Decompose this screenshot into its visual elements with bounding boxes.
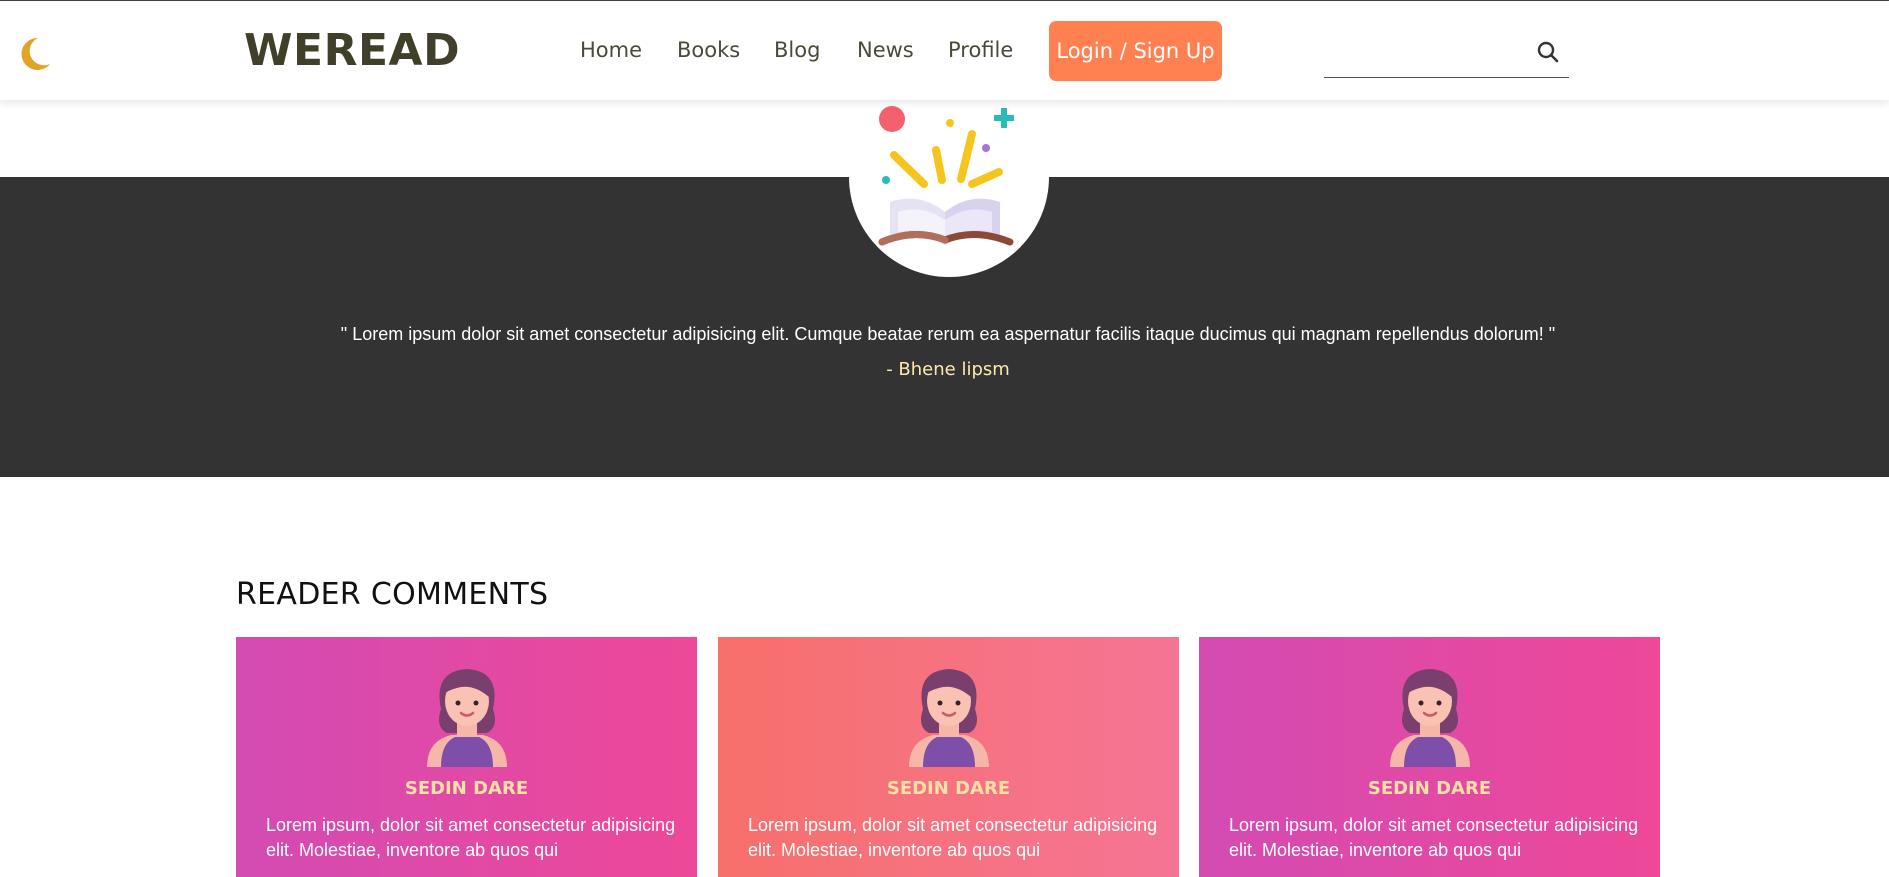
commenter-name: SEDIN DARE: [1367, 778, 1492, 799]
search-input[interactable]: [1324, 37, 1528, 69]
testimonial-quote: " Lorem ipsum dolor sit amet consectetur…: [340, 324, 1556, 344]
moon-icon[interactable]: [14, 34, 54, 74]
avatar-icon: [427, 669, 507, 767]
section-title: READER COMMENTS: [236, 577, 549, 612]
comment-text: Lorem ipsum, dolor sit amet consectetur …: [1229, 815, 1639, 860]
nav-blog[interactable]: Blog: [774, 38, 820, 62]
commenter-name: SEDIN DARE: [886, 778, 1011, 799]
comment-text: Lorem ipsum, dolor sit amet consectetur …: [748, 815, 1158, 860]
search-icon[interactable]: [1535, 39, 1561, 65]
search-box: [1324, 29, 1569, 78]
avatar-icon: [1390, 669, 1470, 767]
avatar-icon: [909, 669, 989, 767]
nav-books[interactable]: Books: [677, 38, 740, 62]
open-book-icon: [878, 106, 1014, 246]
login-signup-button[interactable]: Login / Sign Up: [1049, 21, 1222, 81]
comment-card: SEDIN DARE Lorem ipsum, dolor sit amet c…: [236, 637, 697, 877]
nav-news[interactable]: News: [857, 38, 914, 62]
comment-card: SEDIN DARE Lorem ipsum, dolor sit amet c…: [1199, 637, 1660, 877]
commenter-name: SEDIN DARE: [404, 778, 529, 799]
comment-text: Lorem ipsum, dolor sit amet consectetur …: [266, 815, 676, 860]
testimonial-author: - Bhene lipsm: [886, 359, 1010, 380]
comment-card: SEDIN DARE Lorem ipsum, dolor sit amet c…: [718, 637, 1179, 877]
nav-home[interactable]: Home: [580, 38, 642, 62]
site-logo[interactable]: WEREAD: [244, 25, 460, 76]
site-header: WEREAD Home Books Blog News Profile Logi…: [0, 1, 1889, 100]
nav-profile[interactable]: Profile: [948, 38, 1013, 62]
